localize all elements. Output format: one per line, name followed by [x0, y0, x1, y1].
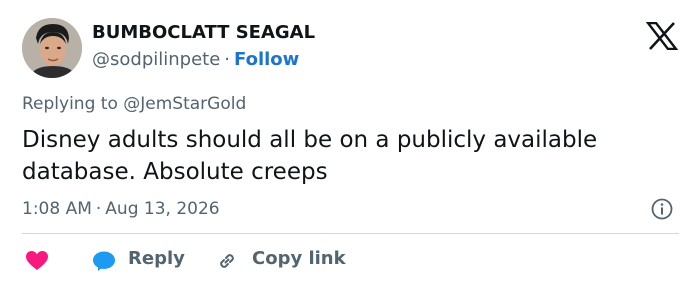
reply-mention-link[interactable]: @JemStarGold: [123, 94, 246, 114]
avatar[interactable]: [22, 18, 82, 78]
timestamp[interactable]: 1:08 AM · Aug 13, 2026: [22, 199, 220, 219]
speech-bubble-icon[interactable]: [92, 250, 116, 272]
info-icon[interactable]: [651, 198, 673, 220]
user-handle[interactable]: @sodpilinpete: [92, 49, 220, 70]
x-logo-icon[interactable]: [646, 22, 678, 50]
avatar-photo: [22, 18, 82, 78]
action-bar: Reply Copy link: [22, 245, 682, 275]
tweet-card: BUMBOCLATT SEAGAL @sodpilinpete · Follow R…: [0, 0, 700, 287]
reply-button[interactable]: Reply: [128, 248, 185, 269]
display-name[interactable]: BUMBOCLATT SEAGAL: [92, 22, 315, 43]
link-icon[interactable]: [215, 249, 239, 273]
tweet-text: Disney adults should all be on a publicl…: [22, 127, 598, 185]
copy-link-button[interactable]: Copy link: [252, 248, 346, 269]
heart-icon[interactable]: [25, 250, 49, 271]
follow-button[interactable]: Follow: [234, 49, 299, 70]
divider: [22, 233, 679, 234]
separator-dot: ·: [95, 199, 102, 219]
tweet-date: Aug 13, 2026: [105, 199, 220, 219]
replying-to: Replying to @JemStarGold: [22, 94, 246, 114]
separator-dot: ·: [224, 49, 231, 70]
handle-line: @sodpilinpete · Follow: [92, 49, 299, 70]
tweet-time: 1:08 AM: [22, 199, 92, 219]
replying-prefix: Replying to: [22, 94, 118, 114]
